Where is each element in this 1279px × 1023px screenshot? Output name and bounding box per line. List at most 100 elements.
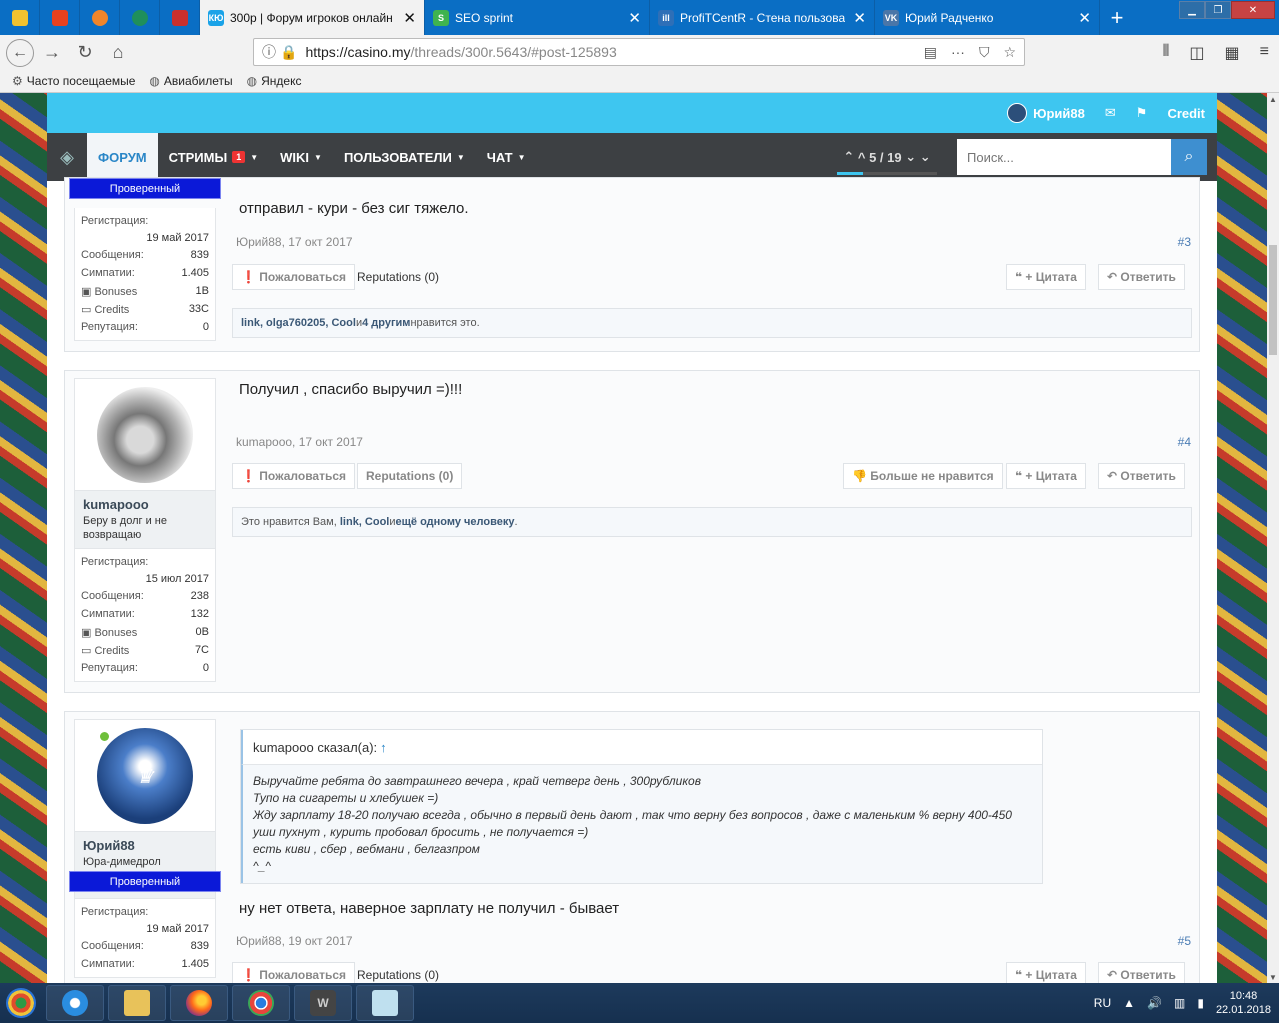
reputations-link[interactable]: Reputations (0) bbox=[349, 264, 447, 290]
quote-button[interactable]: ❝ + Цитата bbox=[1006, 264, 1086, 290]
menu-item-chat[interactable]: Чат ▼ bbox=[476, 133, 537, 181]
flag-icon[interactable]: ⚑ bbox=[1136, 105, 1148, 121]
url-bar[interactable]: ⓘ 🔒 https://casino.my/threads/300r.5643/… bbox=[253, 38, 1025, 66]
search-icon[interactable]: ⌕ bbox=[1171, 139, 1207, 175]
report-button[interactable]: ❗ Пожаловаться bbox=[232, 962, 356, 983]
report-button[interactable]: ❗ Пожаловаться bbox=[232, 264, 356, 290]
network-icon[interactable]: ▥ bbox=[1174, 996, 1185, 1010]
site-logo-icon[interactable]: ◈ bbox=[47, 133, 87, 181]
next-page-icon[interactable]: ⌄ bbox=[905, 149, 916, 165]
likers-list[interactable]: link, Cool bbox=[340, 516, 390, 528]
taskbar-notes[interactable] bbox=[356, 985, 414, 1021]
clock[interactable]: 10:48 22.01.2018 bbox=[1216, 989, 1271, 1017]
search-input[interactable] bbox=[957, 139, 1171, 175]
quote-button[interactable]: ❝ + Цитата bbox=[1006, 962, 1086, 983]
new-tab-icon[interactable]: + bbox=[1100, 0, 1134, 35]
power-icon[interactable]: ▮ bbox=[1197, 996, 1204, 1010]
likers-list[interactable]: link, olga760205, Cool bbox=[241, 317, 356, 329]
post-permalink[interactable]: #4 bbox=[1178, 435, 1191, 449]
pinned-tab-2[interactable] bbox=[40, 0, 80, 35]
back-icon[interactable]: ← bbox=[6, 38, 34, 67]
post-author-link[interactable]: Юрий88 bbox=[236, 235, 282, 249]
taskbar-explorer[interactable] bbox=[108, 985, 166, 1021]
menu-item-streams[interactable]: Стримы 1 ▼ bbox=[158, 133, 270, 181]
taskbar-chrome[interactable] bbox=[232, 985, 290, 1021]
unlike-button[interactable]: 👎 Больше не нравится bbox=[843, 463, 1003, 489]
scroll-up-icon[interactable]: ▲ bbox=[1267, 93, 1279, 105]
close-tab-icon[interactable]: ✕ bbox=[403, 9, 416, 27]
pinned-tab-4[interactable] bbox=[120, 0, 160, 35]
post-author-link[interactable]: Юрий88 bbox=[236, 934, 282, 948]
user-name-link[interactable]: Юрий88 bbox=[83, 838, 207, 853]
more-actions-icon[interactable]: ··· bbox=[951, 44, 965, 61]
browser-tab-vk[interactable]: VK Юрий Радченко ✕ bbox=[875, 0, 1100, 35]
start-button[interactable] bbox=[0, 983, 42, 1023]
thread-pager[interactable]: ⌃ ^ 5 / 19 ⌄ ⌄ bbox=[837, 133, 937, 181]
pinned-tab-5[interactable] bbox=[160, 0, 200, 35]
first-page-icon[interactable]: ⌃ bbox=[843, 149, 854, 165]
post-date-link[interactable]: 17 окт 2017 bbox=[299, 435, 363, 449]
likers-others-link[interactable]: ещё одному человеку bbox=[396, 516, 515, 528]
quote-button[interactable]: ❝ + Цитата bbox=[1006, 463, 1086, 489]
close-tab-icon[interactable]: ✕ bbox=[628, 9, 641, 27]
reload-icon[interactable]: ↻ bbox=[70, 38, 100, 68]
scroll-thumb[interactable] bbox=[1269, 245, 1277, 355]
reply-button[interactable]: ↶ Ответить bbox=[1098, 962, 1185, 983]
prev-page-icon[interactable]: ^ bbox=[858, 150, 866, 165]
browser-tab-forum[interactable]: КЮ 300р | Форум игроков онлайн ✕ bbox=[200, 0, 425, 35]
pocket-icon[interactable]: ⛉ bbox=[979, 44, 990, 61]
post-permalink[interactable]: #3 bbox=[1178, 235, 1191, 249]
browser-tab-profitcentr[interactable]: ill ProfiTCentR - Стена пользоват ✕ bbox=[650, 0, 875, 35]
sidebar-icon[interactable]: ◫ bbox=[1189, 43, 1204, 63]
language-indicator[interactable]: RU bbox=[1094, 996, 1111, 1010]
report-button[interactable]: ❗ Пожаловаться bbox=[232, 463, 356, 489]
reputations-button[interactable]: Reputations (0) bbox=[357, 463, 463, 489]
menu-icon[interactable]: ≡ bbox=[1260, 43, 1269, 63]
taskbar-ie[interactable] bbox=[46, 985, 104, 1021]
library-icon[interactable]: ⫴ bbox=[1163, 43, 1170, 63]
menu-item-forum[interactable]: Форум bbox=[87, 133, 158, 181]
browser-tab-seo[interactable]: S SEO sprint ✕ bbox=[425, 0, 650, 35]
reply-button[interactable]: ↶ Ответить bbox=[1098, 264, 1185, 290]
menu-item-wiki[interactable]: Wiki ▼ bbox=[269, 133, 333, 181]
chevron-up-icon[interactable]: ▲ bbox=[1123, 996, 1135, 1010]
close-tab-icon[interactable]: ✕ bbox=[1078, 9, 1091, 27]
forward-icon[interactable]: → bbox=[37, 38, 67, 68]
maximize-icon[interactable]: ❐ bbox=[1205, 1, 1231, 19]
window-close-icon[interactable]: ✕ bbox=[1231, 1, 1275, 19]
taskbar-firefox[interactable] bbox=[170, 985, 228, 1021]
site-info-icon[interactable]: ⓘ bbox=[262, 42, 276, 62]
reputations-link[interactable]: Reputations (0) bbox=[349, 962, 447, 983]
reader-view-icon[interactable]: ▤ bbox=[924, 44, 937, 61]
bookmark-avia[interactable]: ◍ Авиабилеты bbox=[149, 74, 232, 88]
user-name-link[interactable]: kumapooo bbox=[83, 497, 207, 512]
close-tab-icon[interactable]: ✕ bbox=[853, 9, 866, 27]
account-menu[interactable]: Юрий88 bbox=[1007, 103, 1085, 123]
arrow-up-icon[interactable]: ↑ bbox=[380, 740, 387, 755]
home-icon[interactable]: ⌂ bbox=[103, 38, 133, 68]
button-label: Пожаловаться bbox=[259, 270, 347, 284]
post-author-link[interactable]: kumapooo bbox=[236, 435, 292, 449]
post-date-link[interactable]: 17 окт 2017 bbox=[288, 235, 352, 249]
envelope-icon[interactable]: ✉ bbox=[1105, 105, 1116, 121]
menu-item-users[interactable]: Пользователи ▼ bbox=[333, 133, 476, 181]
minimize-icon[interactable]: ▁ bbox=[1179, 1, 1205, 19]
bookmark-yandex[interactable]: ◍ Яндекс bbox=[247, 74, 302, 88]
likers-others-link[interactable]: 4 другим bbox=[362, 317, 410, 329]
pinned-tab-3[interactable] bbox=[80, 0, 120, 35]
post-date-link[interactable]: 19 окт 2017 bbox=[288, 934, 352, 948]
bookmark-frequent[interactable]: ⚙ Часто посещаемые bbox=[12, 74, 135, 88]
credit-link[interactable]: Credit bbox=[1167, 106, 1205, 121]
avatar-box[interactable] bbox=[74, 378, 216, 491]
scroll-down-icon[interactable]: ▼ bbox=[1267, 971, 1279, 983]
last-page-icon[interactable]: ⌄ bbox=[920, 149, 931, 165]
avatar-box[interactable]: ♛ bbox=[74, 719, 216, 832]
reply-button[interactable]: ↶ Ответить bbox=[1098, 463, 1185, 489]
taskbar-wot[interactable]: W bbox=[294, 985, 352, 1021]
extension-icon[interactable]: ▦ bbox=[1225, 43, 1240, 63]
pinned-tab-1[interactable] bbox=[0, 0, 40, 35]
volume-icon[interactable]: 🔊 bbox=[1147, 996, 1162, 1010]
bookmark-star-icon[interactable]: ☆ bbox=[1003, 44, 1016, 61]
post-permalink[interactable]: #5 bbox=[1178, 934, 1191, 948]
vertical-scrollbar[interactable]: ▲ ▼ bbox=[1267, 93, 1279, 983]
